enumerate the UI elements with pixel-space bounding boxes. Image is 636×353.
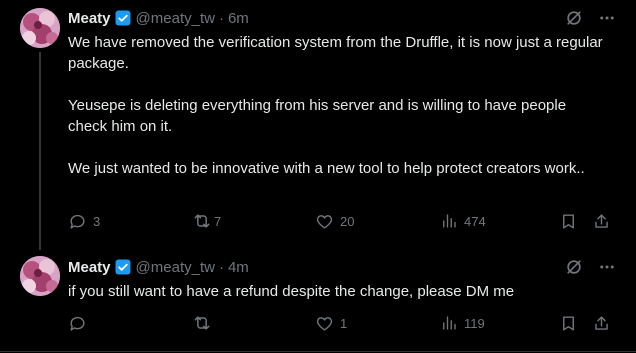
tweet-actions: 1 119 xyxy=(68,313,616,333)
separator: · xyxy=(218,258,224,276)
more-icon[interactable] xyxy=(598,258,616,281)
share-button[interactable] xyxy=(592,211,611,231)
author-handle[interactable]: @meaty_tw xyxy=(136,259,215,276)
reply-icon xyxy=(68,212,87,231)
timestamp[interactable]: 6m xyxy=(228,10,249,27)
retweet-count: 7 xyxy=(214,213,222,229)
tweet-header: Meaty @meaty_tw · 4m xyxy=(68,257,249,277)
tweet-top-actions xyxy=(564,257,616,282)
tweet-header: Meaty @meaty_tw · 6m xyxy=(68,8,249,28)
like-icon xyxy=(315,314,334,333)
views-count: 474 xyxy=(464,213,486,229)
verified-badge-icon xyxy=(114,258,132,276)
like-count: 20 xyxy=(340,213,355,229)
views-button[interactable]: 474 xyxy=(440,211,486,231)
retweet-button[interactable]: 7 xyxy=(192,211,221,231)
views-icon xyxy=(440,314,458,332)
avatar[interactable] xyxy=(20,8,60,48)
bookmark-icon xyxy=(559,314,578,333)
retweet-icon xyxy=(192,313,212,333)
author-name[interactable]: Meaty xyxy=(68,259,111,276)
bookmark-icon xyxy=(559,212,578,231)
views-icon xyxy=(440,212,458,230)
grok-icon[interactable] xyxy=(564,257,584,282)
bookmark-button[interactable] xyxy=(559,313,578,333)
bookmark-button[interactable] xyxy=(559,211,578,231)
share-icon xyxy=(592,212,611,231)
verified-badge-icon xyxy=(114,9,132,27)
bottom-divider xyxy=(0,351,636,352)
author-handle[interactable]: @meaty_tw xyxy=(136,10,215,27)
reply-button[interactable]: 3 xyxy=(68,211,100,231)
thread-line xyxy=(39,52,41,250)
share-icon xyxy=(592,314,611,333)
views-count: 119 xyxy=(464,315,485,331)
separator: · xyxy=(218,9,224,27)
like-count: 1 xyxy=(340,315,348,331)
avatar[interactable] xyxy=(20,256,60,296)
reply-count: 3 xyxy=(93,213,101,229)
author-name[interactable]: Meaty xyxy=(68,10,111,27)
retweet-button[interactable] xyxy=(192,313,212,333)
grok-icon[interactable] xyxy=(564,8,584,33)
like-button[interactable]: 20 xyxy=(315,211,354,231)
timestamp[interactable]: 4m xyxy=(228,259,249,276)
retweet-icon xyxy=(192,211,212,231)
more-icon[interactable] xyxy=(598,9,616,32)
tweet-actions: 3 7 20 474 xyxy=(68,211,616,231)
share-button[interactable] xyxy=(592,313,611,333)
like-icon xyxy=(315,212,334,231)
tweet-text: We have removed the verification system … xyxy=(68,34,603,177)
reply-button[interactable] xyxy=(68,313,87,333)
tweet-text: if you still want to have a refund despi… xyxy=(68,283,515,300)
views-button[interactable]: 119 xyxy=(440,313,485,333)
reply-icon xyxy=(68,314,87,333)
like-button[interactable]: 1 xyxy=(315,313,347,333)
tweet-top-actions xyxy=(564,8,616,33)
